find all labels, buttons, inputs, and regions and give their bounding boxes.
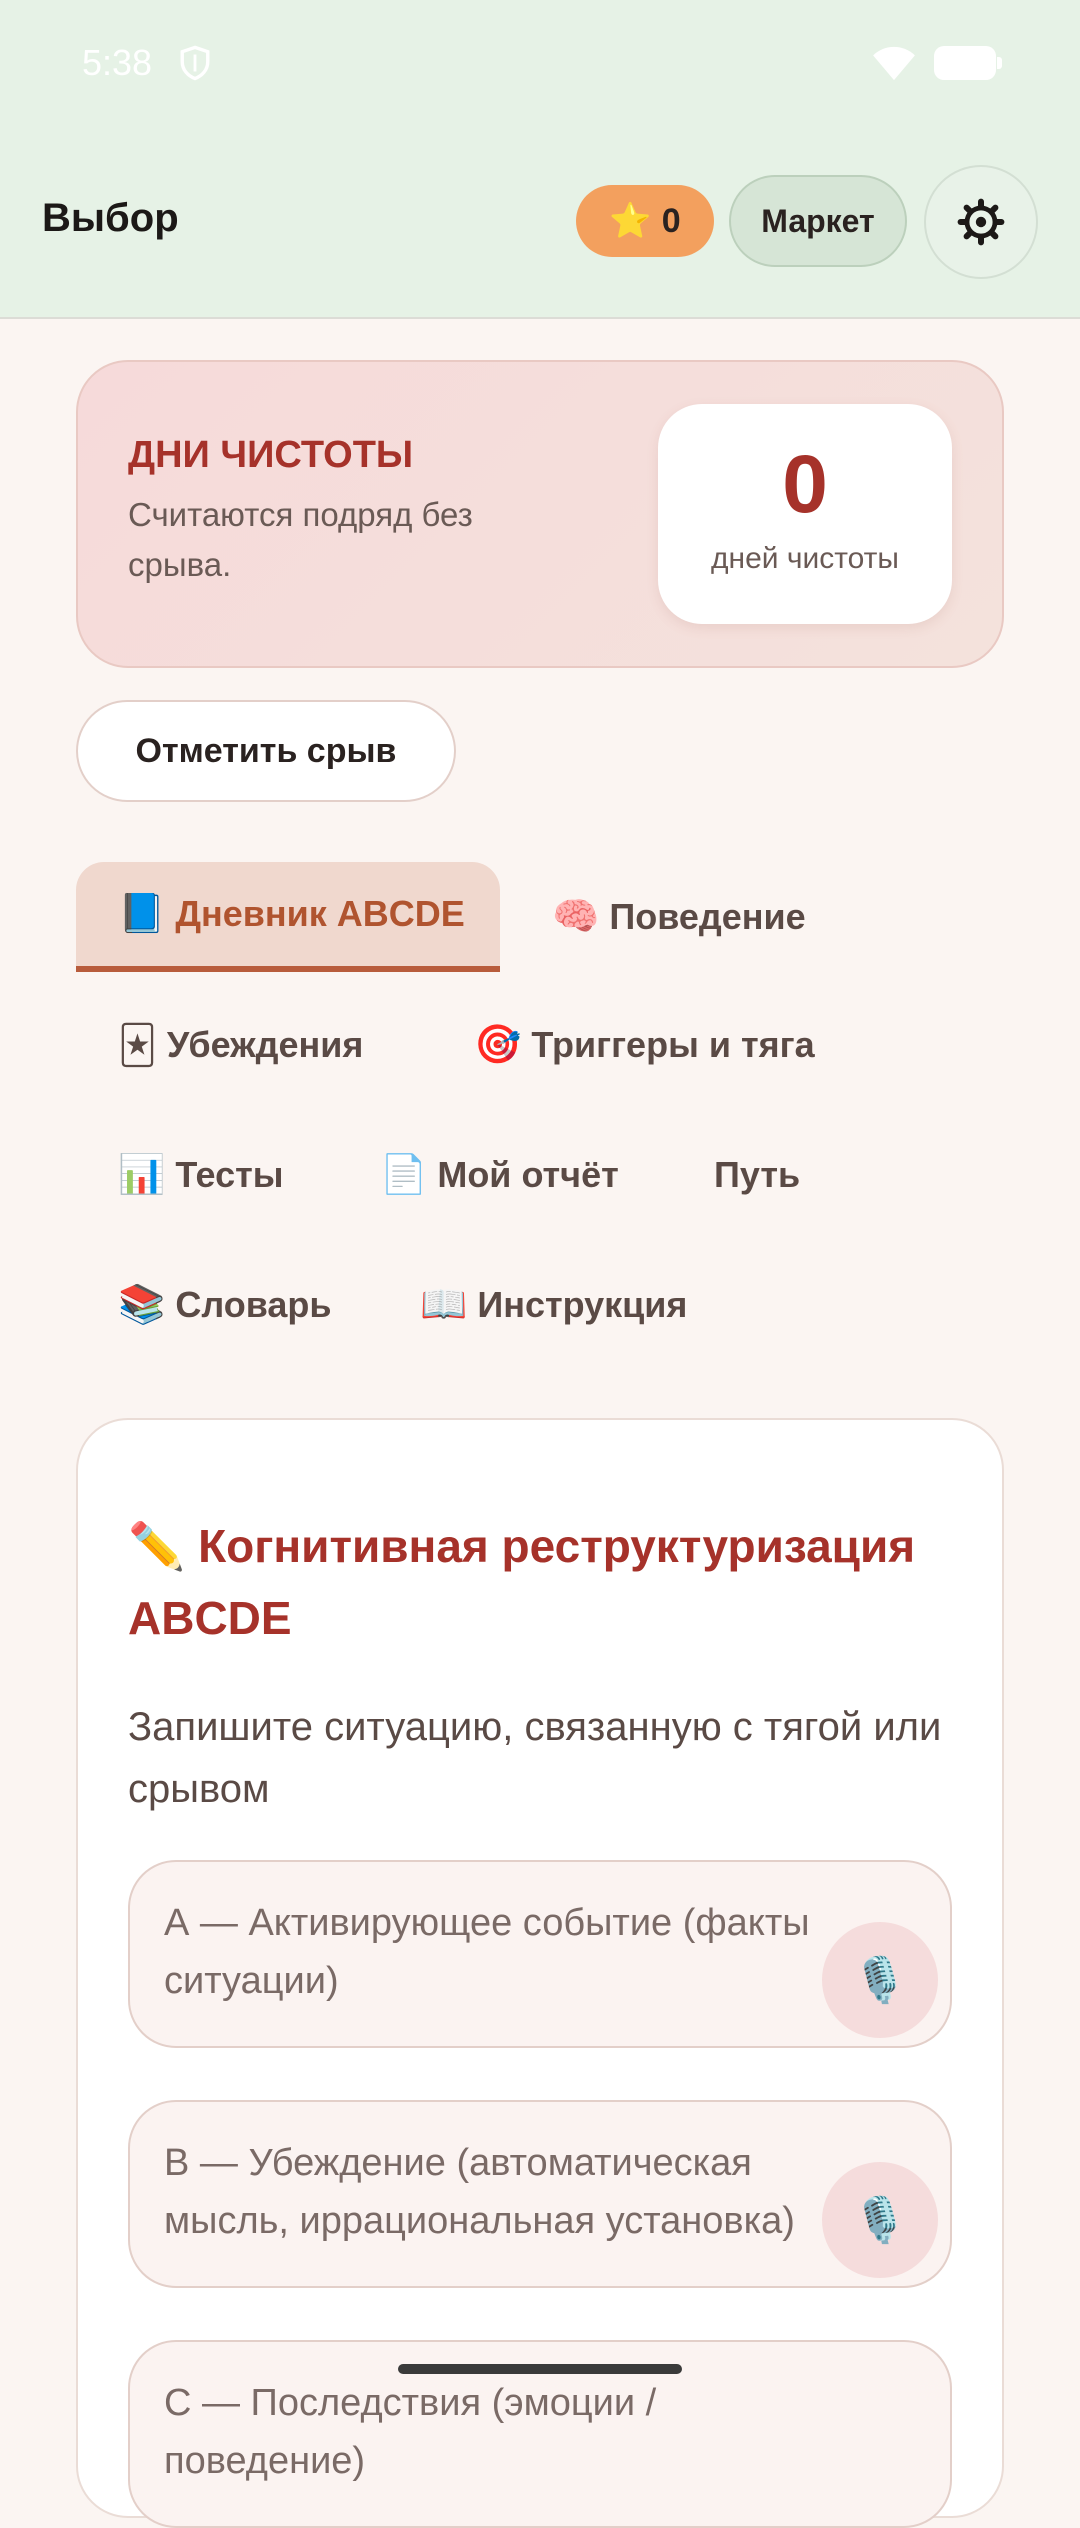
market-button[interactable]: Маркет (729, 175, 907, 267)
tab-label: Дневник ABCDE (175, 893, 465, 934)
streak-counter: 0 дней чистоты (658, 404, 952, 624)
home-indicator[interactable] (398, 2364, 682, 2374)
settings-button[interactable] (924, 165, 1038, 279)
mic-button[interactable]: 🎙️ (822, 2162, 938, 2278)
mic-button[interactable]: 🎙️ (822, 1922, 938, 2038)
status-time: 5:38 (82, 42, 153, 83)
field-placeholder: С — Последствия (эмоции / поведение) (164, 2382, 657, 2482)
field-placeholder: А — Активирующее событие (факты ситуации… (164, 1902, 810, 2002)
field-a-activating-event[interactable]: А — Активирующее событие (факты ситуации… (128, 1860, 952, 2048)
tab-tests[interactable]: 📊 Тесты (118, 1120, 283, 1230)
card-title-text: Когнитивная реструктуризация ABCDE (128, 1520, 916, 1644)
microphone-icon: 🎙️ (852, 1956, 908, 2005)
joker-card-icon: 🃏 (118, 1024, 157, 1067)
streak-description: Считаются подряд без срыва. (128, 496, 473, 583)
document-icon: 📄 (380, 1154, 428, 1196)
status-bar: 5:38 (0, 0, 1080, 130)
tab-label: Инструкция (477, 1284, 688, 1325)
app-bar: Выбор ⭐ 0 Маркет (0, 130, 1080, 319)
gear-icon (957, 198, 1005, 246)
tab-instructions[interactable]: 📖 Инструкция (420, 1250, 687, 1360)
tab-abcde-diary[interactable]: 📘 Дневник ABCDE (76, 862, 500, 972)
pencil-icon: ✏️ (128, 1520, 186, 1572)
tab-beliefs[interactable]: 🃏 Убеждения (118, 990, 363, 1100)
microphone-icon: 🎙️ (852, 2196, 908, 2245)
target-icon: 🎯 (474, 1024, 522, 1066)
star-icon: ⭐ (609, 202, 652, 240)
book-icon: 📘 (118, 893, 166, 935)
streak-heading: ДНИ ЧИСТОТЫ (128, 434, 414, 476)
streak-card: ДНИ ЧИСТОТЫ Считаются подряд без срыва. … (76, 360, 1004, 668)
field-placeholder: В — Убеждение (автоматическая мысль, ирр… (164, 2142, 795, 2242)
streak-count: 0 (782, 439, 828, 530)
mark-relapse-button[interactable]: Отметить срыв (76, 700, 456, 802)
tab-behavior[interactable]: 🧠 Поведение (552, 862, 806, 972)
tab-label: Словарь (175, 1284, 332, 1325)
tab-triggers[interactable]: 🎯 Триггеры и тяга (474, 990, 815, 1100)
abcde-card: ✏️ Когнитивная реструктуризация ABCDE За… (76, 1418, 1004, 2528)
page-title: Выбор (42, 196, 179, 240)
battery-icon (934, 46, 1002, 80)
brain-icon: 🧠 (552, 896, 600, 938)
shield-icon (180, 45, 210, 81)
tab-dictionary[interactable]: 📚 Словарь (118, 1250, 332, 1360)
tab-label: Мой отчёт (437, 1154, 619, 1195)
stars-badge[interactable]: ⭐ 0 (576, 185, 714, 257)
tab-path[interactable]: Путь (714, 1120, 800, 1230)
open-book-icon: 📖 (420, 1284, 468, 1326)
tab-my-report[interactable]: 📄 Мой отчёт (380, 1120, 619, 1230)
card-title: ✏️ Когнитивная реструктуризация ABCDE (128, 1510, 968, 1654)
books-icon: 📚 (118, 1284, 166, 1326)
tab-label: Триггеры и тяга (531, 1024, 815, 1065)
wifi-icon (873, 46, 915, 81)
tab-label: Убеждения (166, 1024, 364, 1065)
card-subtitle: Запишите ситуацию, связанную с тягой или… (128, 1705, 942, 1811)
tab-label: Поведение (609, 896, 806, 937)
chart-icon: 📊 (118, 1154, 166, 1196)
tab-label: Тесты (175, 1154, 284, 1195)
tab-label: Путь (714, 1154, 801, 1195)
field-b-belief[interactable]: В — Убеждение (автоматическая мысль, ирр… (128, 2100, 952, 2288)
stars-count: 0 (661, 201, 681, 240)
streak-unit: дней чистоты (711, 542, 899, 575)
